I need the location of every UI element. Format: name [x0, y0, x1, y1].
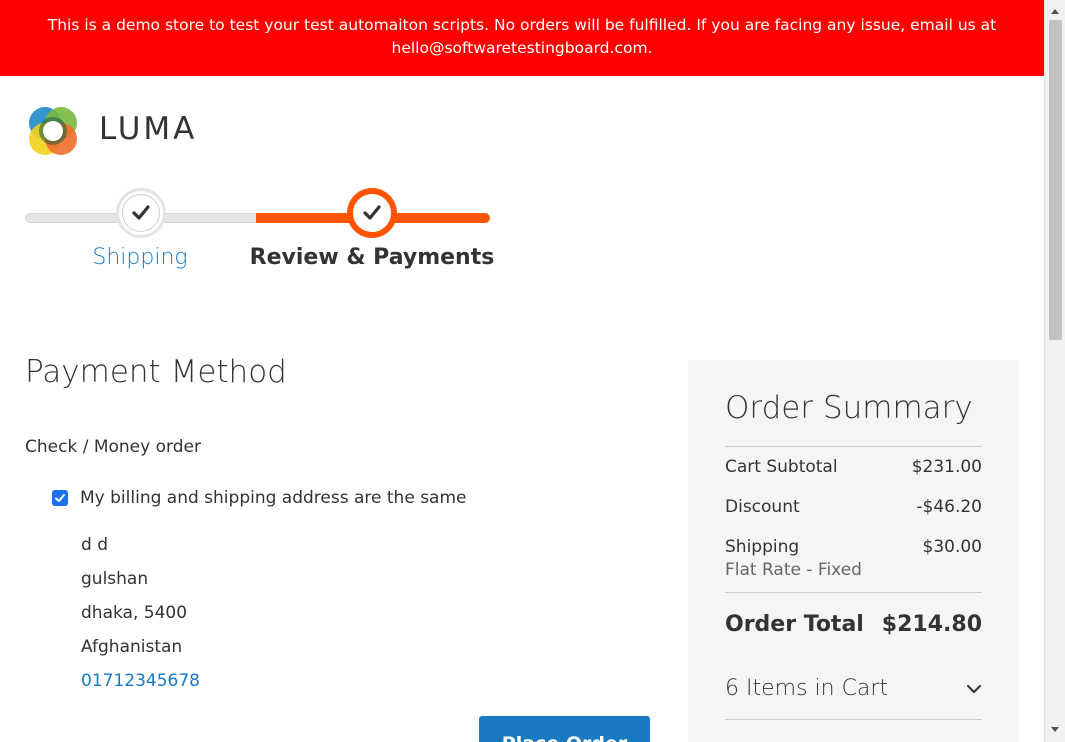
place-order-button[interactable]: Place Order: [479, 716, 650, 742]
payment-method-title: Payment Method: [25, 354, 287, 390]
page-viewport: This is a demo store to test your test a…: [0, 0, 1044, 742]
billing-address: d d gulshan dhaka, 5400 Afghanistan 0171…: [81, 528, 200, 698]
chevron-down-icon: [967, 684, 981, 693]
order-summary-title: Order Summary: [725, 390, 973, 426]
address-street: gulshan: [81, 569, 149, 589]
discount-label: Discount: [725, 497, 800, 517]
scrollbar-thumb[interactable]: [1049, 20, 1062, 340]
subtotal-value: $231.00: [911, 457, 982, 477]
billing-same-checkbox[interactable]: [52, 490, 68, 506]
order-total-label: Order Total: [725, 612, 864, 637]
check-icon: [55, 494, 65, 502]
billing-same-label: My billing and shipping address are the …: [80, 488, 467, 508]
luma-logo[interactable]: LUMA: [25, 103, 197, 159]
items-in-cart-toggle[interactable]: 6 Items in Cart: [725, 676, 982, 701]
demo-notice-text: This is a demo store to test your test a…: [47, 16, 997, 57]
order-summary: Order Summary Cart Subtotal $231.00 Disc…: [688, 360, 1019, 742]
address-city-zip: dhaka, 5400: [81, 603, 188, 623]
billing-same-as-shipping[interactable]: My billing and shipping address are the …: [52, 488, 466, 508]
checkout-progress-bar: Shipping Review & Payments: [25, 188, 495, 288]
summary-divider: [725, 719, 982, 720]
checkmark-icon: [363, 205, 381, 220]
address-phone-link[interactable]: 01712345678: [81, 664, 200, 698]
summary-row-shipping: Shipping Flat Rate - Fixed $30.00: [725, 537, 982, 580]
discount-value: -$46.20: [916, 497, 982, 517]
demo-notice-banner: This is a demo store to test your test a…: [0, 0, 1044, 76]
summary-divider: [725, 446, 982, 447]
checkmark-icon: [132, 205, 150, 220]
page-scrollbar[interactable]: [1044, 0, 1065, 742]
summary-row-subtotal: Cart Subtotal $231.00: [725, 457, 982, 477]
shipping-method: Flat Rate - Fixed: [725, 560, 862, 580]
summary-row-discount: Discount -$46.20: [725, 497, 982, 517]
shipping-value: $30.00: [922, 537, 982, 557]
step-shipping-indicator[interactable]: [116, 188, 166, 238]
luma-logo-icon: [29, 107, 77, 155]
scroll-down-arrow-icon[interactable]: [1045, 722, 1065, 738]
step-review-payments-indicator: [347, 188, 397, 238]
summary-divider: [725, 592, 982, 593]
payment-option-label: Check / Money order: [25, 437, 201, 457]
step-shipping-link[interactable]: Shipping: [92, 245, 187, 270]
scroll-up-arrow-icon[interactable]: [1045, 3, 1065, 19]
payment-option-check-money-order[interactable]: Check / Money order: [25, 437, 201, 457]
subtotal-label: Cart Subtotal: [725, 457, 838, 477]
step-review-payments-label: Review & Payments: [249, 245, 495, 270]
address-name: d d: [81, 535, 108, 555]
summary-row-order-total: Order Total $214.80: [725, 612, 982, 637]
order-total-value: $214.80: [881, 612, 982, 637]
address-country: Afghanistan: [81, 637, 183, 657]
logo-text: LUMA: [99, 111, 198, 147]
items-in-cart-label: 6 Items in Cart: [725, 676, 889, 701]
shipping-label: Shipping: [725, 537, 800, 557]
